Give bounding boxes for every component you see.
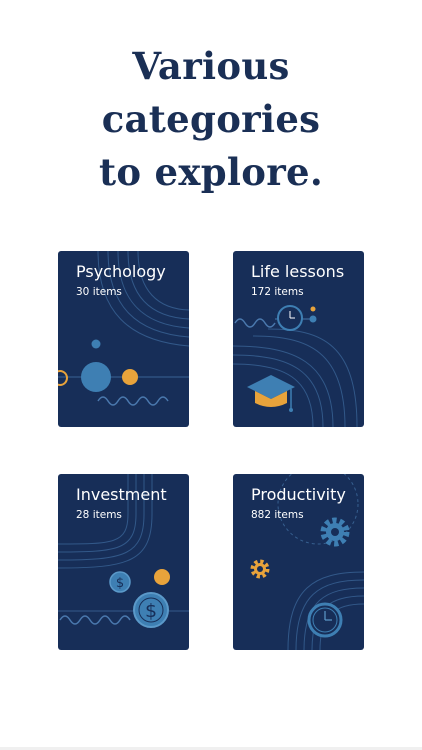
category-card-life-lessons[interactable]: Life lessons 172 items	[233, 251, 364, 427]
headline-line-1: Various	[132, 44, 290, 88]
graduation-cap-icon	[247, 375, 295, 412]
category-title: Investment	[76, 485, 167, 504]
category-card-psychology[interactable]: Psychology 30 items	[58, 251, 189, 427]
category-card-productivity[interactable]: Productivity 882 items	[233, 474, 364, 650]
category-card-investment[interactable]: $ $ Investment 28 items	[58, 474, 189, 650]
category-count: 882 items	[251, 509, 304, 521]
category-title: Psychology	[76, 262, 166, 281]
headline-line-2: categories	[101, 97, 321, 141]
headline-line-3: to explore.	[98, 150, 324, 194]
gear-icon	[320, 517, 350, 547]
category-count: 28 items	[76, 509, 122, 521]
category-count: 30 items	[76, 286, 122, 298]
clock-icon	[307, 602, 343, 638]
svg-text:$: $	[116, 576, 124, 591]
small-gear-icon	[250, 559, 270, 579]
category-title: Productivity	[251, 485, 346, 504]
svg-text:$: $	[145, 600, 157, 622]
category-title: Life lessons	[251, 262, 345, 281]
category-count: 172 items	[251, 286, 304, 298]
clock-icon	[277, 305, 303, 331]
page-headline: Various categories to explore.	[0, 40, 422, 199]
